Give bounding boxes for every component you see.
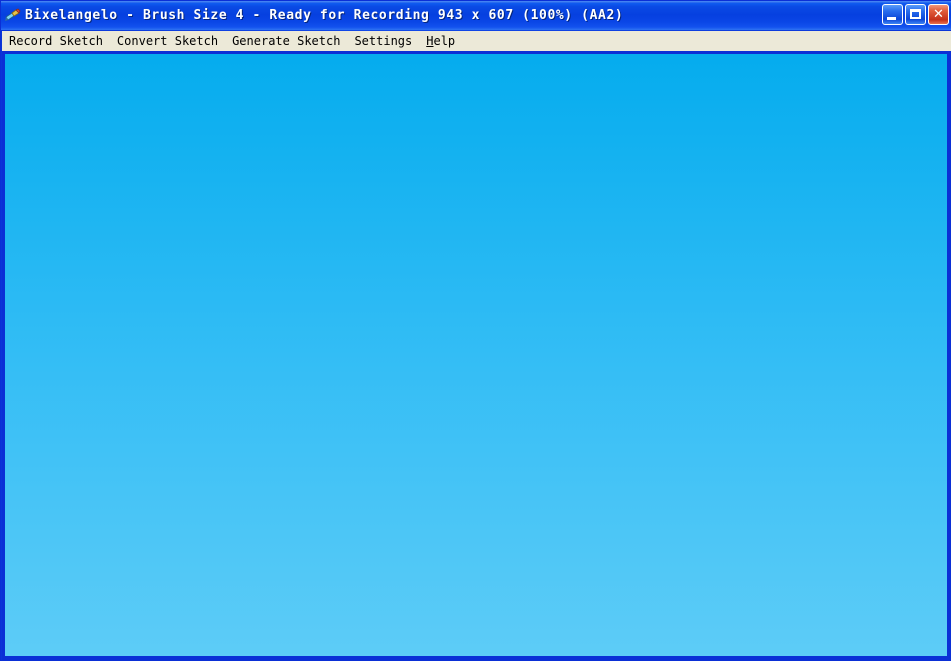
window-controls: ✕ [882, 4, 949, 25]
title-bar[interactable]: Bixelangelo - Brush Size 4 - Ready for R… [1, 1, 951, 30]
menu-item-convert-sketch[interactable]: Convert Sketch [110, 32, 225, 50]
menu-item-generate-sketch[interactable]: Generate Sketch [225, 32, 347, 50]
sketch-canvas[interactable] [5, 54, 947, 656]
menu-item-record-sketch[interactable]: Record Sketch [2, 32, 110, 50]
menu-item-label: Record Sketch [9, 34, 103, 48]
window-title: Bixelangelo - Brush Size 4 - Ready for R… [25, 8, 624, 23]
minimize-icon [887, 17, 896, 20]
menu-bar: Record Sketch Convert Sketch Generate Sk… [2, 31, 951, 51]
menu-item-label: Settings [354, 34, 413, 48]
maximize-icon [910, 9, 921, 19]
menu-item-settings[interactable]: Settings [347, 32, 419, 50]
minimize-button[interactable] [882, 4, 903, 25]
canvas-frame [2, 51, 951, 661]
close-button[interactable]: ✕ [928, 4, 949, 25]
close-icon: ✕ [933, 7, 944, 22]
menu-item-label: elp [433, 34, 456, 48]
maximize-button[interactable] [905, 4, 926, 25]
brush-icon [5, 8, 21, 24]
menu-item-help[interactable]: Help [419, 32, 462, 50]
menu-item-label: Convert Sketch [116, 34, 219, 48]
menu-item-label: Generate Sketch [232, 34, 341, 48]
application-window: Bixelangelo - Brush Size 4 - Ready for R… [0, 0, 951, 661]
